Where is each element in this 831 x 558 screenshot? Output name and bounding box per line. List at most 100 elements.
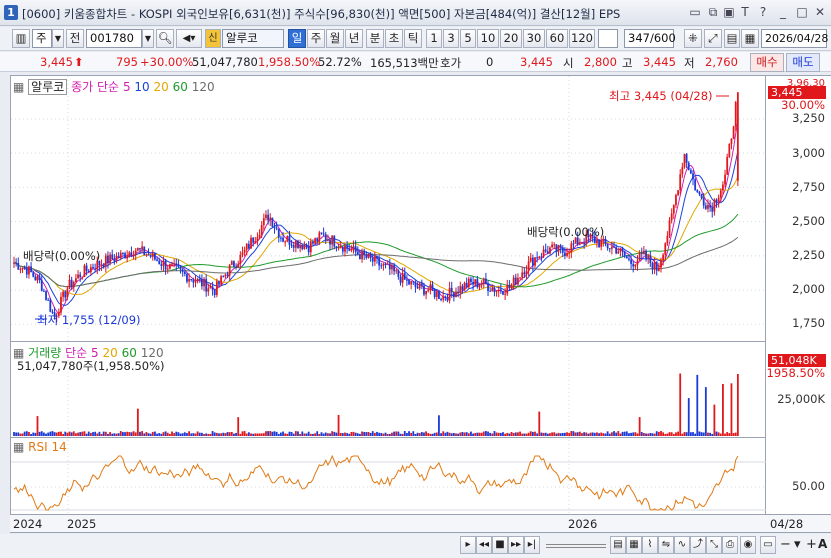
custom-interval-input[interactable] (598, 29, 618, 48)
scroll-down-icon[interactable]: ▾ (794, 537, 801, 552)
candle-body (344, 245, 346, 252)
interval-5[interactable]: 5 (460, 29, 476, 48)
indicator-icon[interactable]: ⌇ (642, 536, 658, 554)
data-count-field[interactable]: 347/600 (624, 29, 676, 48)
crosshair-icon[interactable]: ⁜ (684, 29, 702, 48)
log-scale-icon[interactable]: ∿ (674, 536, 690, 554)
volume-bar (446, 431, 449, 436)
chart-type-icon[interactable]: ▤ (610, 536, 626, 554)
auto-scale-icon[interactable]: A (818, 537, 827, 551)
candle-body (664, 243, 667, 255)
candle-body (273, 226, 276, 228)
volume-bar (578, 431, 581, 436)
candle-body (463, 282, 466, 291)
volume-bar (534, 431, 536, 436)
volume-bar (485, 431, 487, 436)
market-select[interactable]: 주 (32, 29, 52, 48)
volume-bar (228, 432, 231, 436)
search-icon[interactable]: 🔍︎ (156, 29, 174, 48)
candle-body (72, 282, 75, 288)
buy-button[interactable]: 매수 (750, 53, 784, 72)
code-dropdown-icon[interactable]: ▼ (142, 29, 154, 48)
rsi-panel-divider[interactable] (11, 437, 765, 438)
restore-window-icon[interactable]: ⧉ (706, 5, 720, 19)
scroll-right-icon[interactable]: ▸ (460, 536, 476, 554)
grid-icon[interactable]: ▦ (626, 536, 642, 554)
zoom-in-icon[interactable]: + (806, 537, 817, 552)
zoom-slider[interactable] (546, 544, 606, 548)
sell-button[interactable]: 매도 (786, 53, 820, 72)
volume-bar (596, 432, 598, 436)
pin-icon[interactable]: T (738, 5, 752, 19)
volume-bar (363, 431, 366, 436)
period-monthly[interactable]: 월 (326, 29, 344, 48)
interval-30[interactable]: 30 (523, 29, 545, 48)
period-daily[interactable]: 일 (288, 29, 306, 48)
candle-body (519, 277, 521, 279)
period-yearly[interactable]: 년 (345, 29, 363, 48)
market-dropdown-icon[interactable]: ▼ (52, 29, 64, 48)
interval-3[interactable]: 3 (443, 29, 459, 48)
x-axis[interactable]: 2024 2025 2026 04/28 (10, 515, 831, 533)
save-icon[interactable]: ▣ (722, 5, 736, 19)
period-weekly[interactable]: 주 (307, 29, 325, 48)
maximize-icon[interactable]: □ (795, 5, 809, 19)
help-icon[interactable]: ? (756, 5, 770, 19)
date-input[interactable]: 2026/04/28 (761, 29, 828, 48)
candle-body (617, 251, 620, 254)
y-tick-2250: 2,250 (792, 248, 825, 262)
candle-body (141, 246, 144, 250)
volume-bar (472, 433, 474, 436)
play-icon[interactable]: ▸▸ (508, 536, 524, 554)
ma60-legend: 60 (172, 80, 188, 94)
y-axis[interactable]: 3,96.30 3,445 30.00% 3,250 3,000 2,750 2… (766, 75, 831, 515)
volume-bar (574, 432, 577, 436)
candle-body (186, 273, 188, 282)
close-icon[interactable]: ✕ (813, 5, 827, 19)
window-icon[interactable]: ▭ (760, 536, 776, 554)
interval-20[interactable]: 20 (500, 29, 522, 48)
prev-button[interactable]: 전 (66, 29, 84, 48)
end-icon[interactable]: ▸| (524, 536, 540, 554)
volume-bar (339, 432, 342, 436)
minimize-icon[interactable]: _ (776, 5, 790, 19)
y-tick-2000: 2,000 (792, 282, 825, 296)
volume-bar (476, 432, 479, 436)
interval-1[interactable]: 1 (426, 29, 442, 48)
volume-bar (294, 431, 297, 436)
drawing-icon[interactable]: ⤢ (704, 29, 722, 48)
minimize-window-icon[interactable]: ▭ (688, 5, 702, 19)
volume-bar (391, 432, 393, 436)
save-chart-icon[interactable]: ▤ (724, 29, 740, 48)
volume-bar (568, 433, 571, 436)
volume-bar (465, 432, 468, 436)
candle-body (668, 220, 671, 236)
trend-icon[interactable]: ⤴ (690, 536, 706, 554)
calendar-icon[interactable]: ▦ (741, 29, 759, 48)
zoom-out-icon[interactable]: − (780, 537, 791, 552)
period-tick[interactable]: 틱 (404, 29, 422, 48)
fit-icon[interactable]: ⤡ (706, 536, 722, 554)
sound-icon[interactable]: ◀▾ (176, 29, 202, 48)
stop-icon[interactable]: ■ (492, 536, 508, 554)
chart-canvas[interactable] (11, 76, 767, 516)
interval-60[interactable]: 60 (546, 29, 568, 48)
volume-bar (284, 433, 287, 436)
period-minute[interactable]: 분 (366, 29, 384, 48)
layout-icon[interactable]: ▥ (12, 29, 30, 48)
rewind-icon[interactable]: ◂◂ (476, 536, 492, 554)
screenshot-icon[interactable]: ◉ (740, 536, 756, 554)
volume-bar (15, 432, 18, 436)
period-second[interactable]: 초 (385, 29, 403, 48)
volume-bar (606, 431, 609, 436)
stock-code-input[interactable]: 001780 (86, 29, 142, 48)
compare-icon[interactable]: ⇋ (658, 536, 674, 554)
volume-panel-divider[interactable] (11, 341, 765, 342)
print-icon[interactable]: ⎙ (722, 536, 738, 554)
chart-area[interactable]: ▦ 알루코 종가 단순 5 10 20 60 120 최고 3,445 (04/… (10, 75, 767, 516)
interval-10[interactable]: 10 (477, 29, 499, 48)
volume-bar (463, 432, 466, 436)
interval-120[interactable]: 120 (569, 29, 595, 48)
volume-bar (544, 432, 547, 436)
volume-bar (23, 431, 26, 436)
